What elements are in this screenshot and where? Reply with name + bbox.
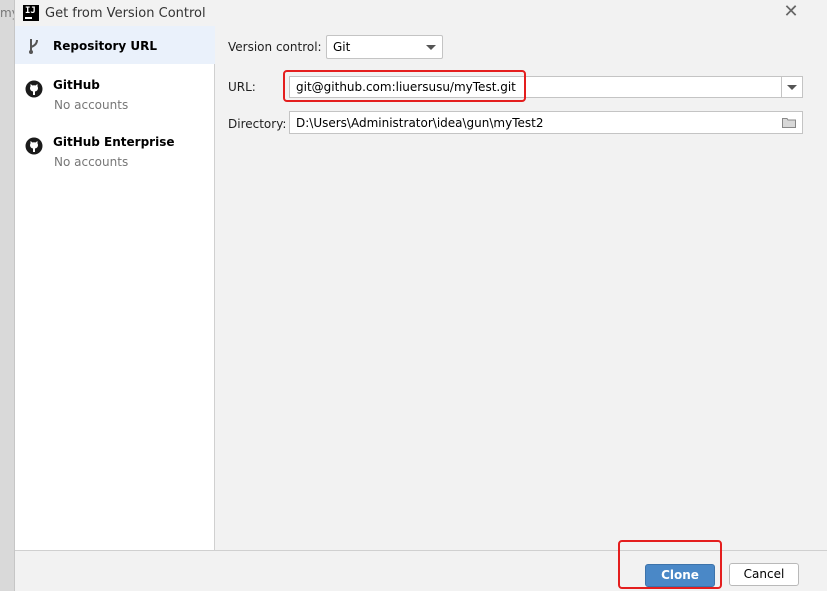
clone-highlight-box	[618, 540, 722, 589]
github-icon	[25, 137, 43, 155]
vcs-branch-icon	[29, 39, 38, 54]
main-panel: Version control: Git URL: git@github.com…	[216, 26, 827, 550]
folder-icon[interactable]	[782, 117, 796, 128]
sidebar-item-label: GitHub	[53, 78, 100, 92]
sidebar: Repository URL GitHub No accounts GitHub…	[15, 26, 215, 550]
url-history-dropdown[interactable]	[781, 77, 802, 97]
sidebar-item-sublabel: No accounts	[54, 155, 129, 169]
directory-value: D:\Users\Administrator\idea\gun\myTest2	[296, 116, 544, 130]
github-icon	[25, 80, 43, 98]
window-title: Get from Version Control	[45, 6, 206, 21]
intellij-icon: IJ	[23, 5, 39, 21]
chevron-down-icon	[787, 85, 797, 90]
url-highlight-box	[283, 70, 526, 102]
sidebar-item-github-enterprise[interactable]: GitHub Enterprise No accounts	[15, 127, 215, 177]
url-label: URL:	[228, 80, 256, 94]
version-control-select[interactable]: Git	[326, 35, 443, 59]
title-bar: IJ Get from Version Control ✕	[15, 0, 827, 26]
close-icon[interactable]: ✕	[781, 2, 801, 22]
get-from-vcs-dialog: IJ Get from Version Control ✕ Repository…	[14, 0, 827, 591]
sidebar-item-label: GitHub Enterprise	[53, 135, 175, 149]
sidebar-item-github[interactable]: GitHub No accounts	[15, 70, 215, 120]
directory-input[interactable]: D:\Users\Administrator\idea\gun\myTest2	[289, 111, 803, 134]
chevron-down-icon	[426, 45, 436, 50]
directory-label: Directory:	[228, 117, 287, 131]
version-control-value: Git	[333, 40, 351, 54]
background-window: my	[0, 0, 19, 591]
version-control-label: Version control:	[228, 40, 322, 54]
sidebar-item-label: Repository URL	[53, 39, 157, 53]
sidebar-item-sublabel: No accounts	[54, 98, 129, 112]
cancel-button[interactable]: Cancel	[729, 563, 799, 586]
sidebar-item-repository-url[interactable]: Repository URL	[15, 26, 215, 64]
